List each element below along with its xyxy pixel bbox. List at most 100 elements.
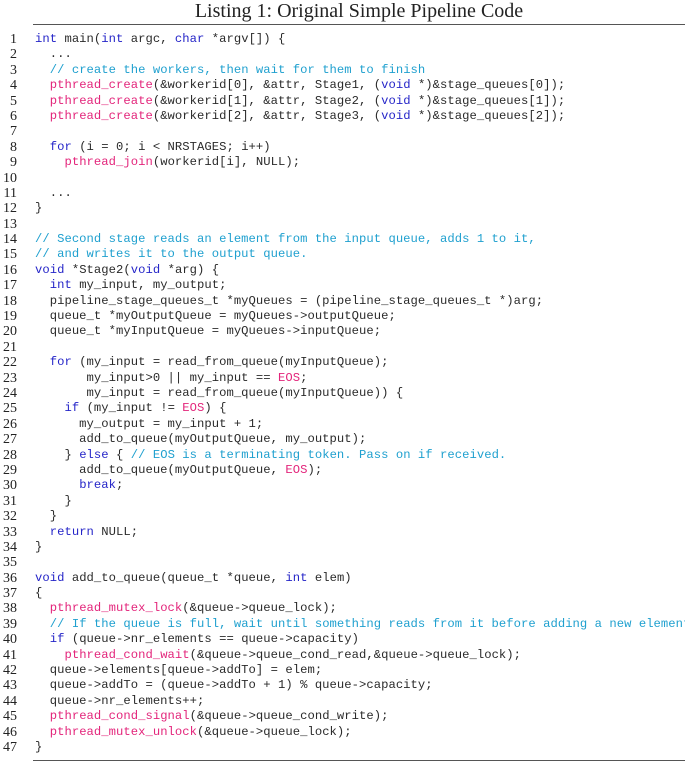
code-token: *)&stage_queues[0]); — [410, 78, 566, 93]
code-token: main( — [57, 32, 102, 46]
code-line: 13 — [0, 217, 685, 232]
line-number: 8 — [10, 139, 17, 155]
code-line: 44 queue->nr_elements++; — [0, 694, 685, 709]
code-line: 34} — [0, 540, 685, 555]
code-text: queue->addTo = (queue->addTo + 1) % queu… — [35, 678, 433, 693]
code-text: my_input = read_from_queue(myInputQueue)… — [35, 386, 404, 401]
line-number: 6 — [10, 108, 17, 124]
code-token: queue->addTo = (queue->addTo + 1) % queu… — [35, 678, 433, 693]
code-line: 6 pthread_create(&workerid[2], &attr, St… — [0, 109, 685, 124]
keyword-token: return — [49, 524, 94, 539]
code-token: queue->nr_elements++; — [35, 693, 205, 708]
keyword-token: else — [79, 447, 109, 462]
line-number: 21 — [3, 339, 17, 355]
code-text: my_input>0 || my_input == EOS; — [35, 370, 308, 386]
code-token: *)&stage_queues[1]); — [410, 93, 566, 108]
code-text: } — [35, 494, 72, 509]
code-token: (&queue->queue_lock); — [197, 724, 352, 739]
code-line: 40 if (queue->nr_elements == queue->capa… — [0, 632, 685, 647]
code-text: pthread_cond_wait(&queue->queue_cond_rea… — [35, 648, 521, 663]
code-line: 26 my_output = my_input + 1; — [0, 417, 685, 432]
keyword-token: for — [49, 355, 72, 370]
code-token: (&queue->queue_cond_write); — [189, 709, 389, 724]
code-text: for (i = 0; i < NRSTAGES; i++) — [35, 140, 271, 155]
line-number: 2 — [10, 47, 17, 63]
code-text: int my_input, my_output; — [35, 278, 227, 293]
line-number: 5 — [10, 93, 17, 109]
code-text: pthread_create(&workerid[0], &attr, Stag… — [35, 78, 565, 93]
keyword-token: void — [35, 570, 65, 585]
code-token: } — [35, 509, 58, 524]
line-number: 18 — [3, 293, 17, 309]
code-text: queue_t *myInputQueue = myQueues->inputQ… — [35, 324, 381, 339]
line-number: 10 — [3, 170, 17, 186]
code-token: elem) — [307, 570, 352, 585]
code-line: 3 // create the workers, then wait for t… — [0, 63, 685, 78]
code-line: 38 pthread_mutex_lock(&queue->queue_lock… — [0, 601, 685, 616]
line-number: 45 — [3, 709, 17, 725]
function-token: pthread_cond_signal — [49, 709, 190, 724]
line-number: 3 — [10, 62, 17, 78]
code-line: 36 void add_to_queue(queue_t *queue, int … — [0, 571, 685, 586]
listing-caption: Listing 1: Original Simple Pipeline Code — [194, 0, 524, 22]
code-text: ... — [35, 186, 72, 201]
code-token: ; — [300, 370, 308, 385]
keyword-token: int — [101, 32, 124, 46]
comment-token: // EOS is a terminating token. Pass on i… — [130, 447, 507, 462]
code-line: 10 — [0, 171, 685, 186]
code-line: 29 add_to_queue(myOutputQueue, EOS); — [0, 463, 685, 478]
code-token: (&queue->queue_lock); — [182, 601, 337, 616]
line-number: 33 — [3, 524, 17, 540]
code-text: pthread_join(workerid[i], NULL); — [35, 155, 300, 170]
code-token: (&workerid[2], &attr, Stage3, ( — [152, 108, 382, 123]
function-token: pthread_cond_wait — [64, 647, 190, 662]
code-token: my_input>0 || my_input == — [35, 370, 279, 385]
code-token: (workerid[i], NULL); — [152, 155, 301, 170]
code-text: pthread_mutex_unlock(&queue->queue_lock)… — [35, 725, 352, 740]
code-text: pthread_cond_signal(&queue->queue_cond_w… — [35, 709, 389, 724]
code-line: 46 pthread_mutex_unlock(&queue->queue_lo… — [0, 725, 685, 740]
keyword-token: int — [285, 570, 308, 585]
code-line: 35 — [0, 555, 685, 570]
code-line: 43 queue->addTo = (queue->addTo + 1) % q… — [0, 678, 685, 693]
function-token: pthread_create — [49, 78, 153, 93]
code-text: // If the queue is full, wait until some… — [35, 617, 685, 632]
line-number: 46 — [3, 724, 17, 740]
code-text: return NULL; — [35, 525, 138, 540]
constant-token: EOS — [285, 462, 308, 477]
function-token: pthread_join — [64, 155, 153, 170]
code-token: (&queue->queue_cond_read,&queue->queue_l… — [189, 647, 522, 662]
line-number: 47 — [3, 739, 17, 755]
line-number: 7 — [10, 124, 17, 140]
code-token: } — [35, 739, 43, 754]
line-number: 20 — [3, 324, 17, 340]
code-text: } — [35, 540, 42, 555]
code-token: ) { — [204, 401, 227, 416]
code-token: *)&stage_queues[2]); — [410, 108, 566, 123]
code-token: } — [35, 539, 43, 554]
code-text: } — [35, 509, 57, 524]
code-line: 45 pthread_cond_signal(&queue->queue_con… — [0, 709, 685, 724]
code-text: pthread_mutex_lock(&queue->queue_lock); — [35, 601, 337, 616]
code-token: queue_t *myInputQueue = myQueues->inputQ… — [35, 324, 382, 339]
code-token: (&workerid[0], &attr, Stage1, ( — [152, 78, 382, 93]
line-number: 42 — [3, 663, 17, 679]
code-token: ... — [35, 47, 72, 62]
code-token: ... — [35, 185, 72, 200]
code-token: my_input, my_output; — [71, 278, 227, 293]
code-text: // Second stage reads an element from th… — [35, 232, 536, 247]
keyword-token: void — [381, 93, 411, 108]
code-line: 20 queue_t *myInputQueue = myQueues->inp… — [0, 324, 685, 339]
bottom-rule — [33, 760, 685, 761]
line-number: 14 — [3, 232, 17, 248]
line-number: 44 — [3, 693, 17, 709]
function-token: pthread_create — [49, 108, 153, 123]
comment-token: // and writes it to the output queue. — [35, 247, 308, 262]
code-text: void *Stage2(void *arg) { — [35, 263, 219, 278]
code-line: 8 for (i = 0; i < NRSTAGES; i++) — [0, 140, 685, 155]
